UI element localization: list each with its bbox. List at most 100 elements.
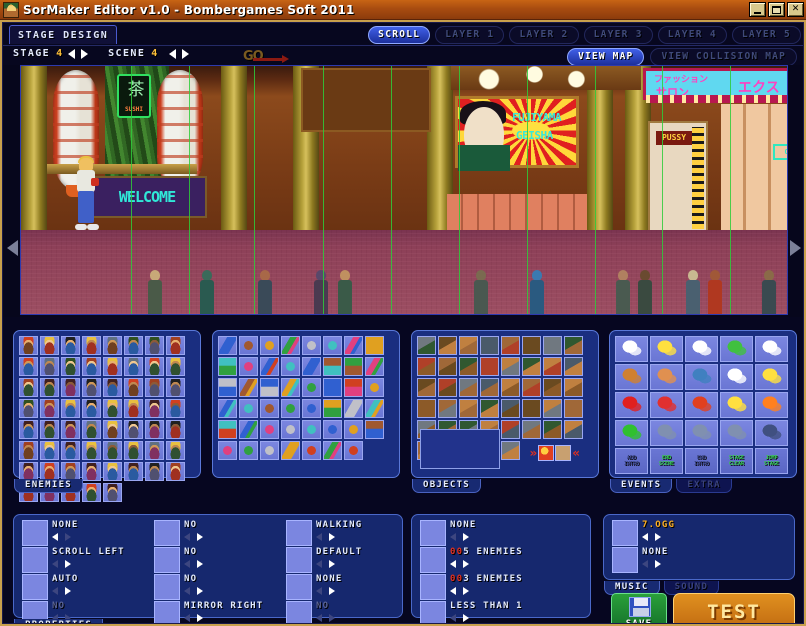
enemy-spawn-icon[interactable] bbox=[420, 601, 446, 623]
palette-cell[interactable] bbox=[19, 399, 38, 418]
music-note-arrow-icon[interactable] bbox=[612, 547, 638, 573]
palette-cell[interactable] bbox=[564, 357, 583, 376]
palette-cell[interactable] bbox=[103, 378, 122, 397]
scene-next-arrow[interactable] bbox=[182, 48, 190, 59]
palette-cell[interactable] bbox=[19, 357, 38, 376]
palette-cell[interactable] bbox=[344, 441, 363, 460]
palette-cell[interactable] bbox=[543, 420, 562, 439]
palette-cell[interactable] bbox=[124, 399, 143, 418]
palette-cell[interactable] bbox=[323, 357, 342, 376]
palette-icon[interactable] bbox=[286, 601, 312, 623]
event-sunset-icon[interactable] bbox=[615, 364, 648, 390]
tab-layer-3[interactable]: LAYER 3 bbox=[583, 26, 653, 44]
palette-cell[interactable] bbox=[260, 420, 279, 439]
property-prev-arrow[interactable] bbox=[642, 533, 648, 541]
palette-cell[interactable] bbox=[417, 357, 436, 376]
event-jump-stage-icon[interactable]: JUMP STAGE bbox=[755, 448, 788, 474]
walk-in-icon[interactable] bbox=[286, 520, 312, 546]
palette-cell[interactable] bbox=[302, 420, 321, 439]
palette-cell[interactable] bbox=[103, 357, 122, 376]
palette-cell[interactable] bbox=[365, 336, 384, 355]
tab-stage-design[interactable]: STAGE DESIGN bbox=[9, 25, 118, 44]
palette-cell[interactable] bbox=[438, 399, 457, 418]
property-prev-arrow[interactable] bbox=[316, 614, 322, 622]
property-prev-arrow[interactable] bbox=[52, 533, 58, 541]
close-button[interactable]: ✕ bbox=[787, 2, 804, 17]
palette-cell[interactable] bbox=[302, 441, 321, 460]
palette-cell[interactable] bbox=[480, 399, 499, 418]
house-icon[interactable] bbox=[154, 574, 180, 600]
palette-cell[interactable] bbox=[239, 441, 258, 460]
palette-cell[interactable] bbox=[501, 441, 520, 460]
event-storm-icon[interactable] bbox=[650, 336, 683, 362]
palette-cell[interactable] bbox=[103, 483, 122, 502]
enemy-count-icon[interactable] bbox=[420, 547, 446, 573]
property-next-arrow[interactable] bbox=[65, 560, 71, 568]
tab-enemies[interactable]: ENEMIES bbox=[14, 479, 84, 493]
palette-cell[interactable] bbox=[344, 336, 363, 355]
event-camera-right-icon[interactable] bbox=[685, 420, 718, 446]
palette-cell[interactable] bbox=[218, 357, 237, 376]
palette-cell[interactable] bbox=[145, 462, 164, 481]
event-water-icon[interactable] bbox=[685, 364, 718, 390]
event-rain-icon[interactable] bbox=[615, 336, 648, 362]
save-button[interactable]: SAVE bbox=[611, 593, 667, 623]
palette-cell[interactable] bbox=[218, 441, 237, 460]
event-go-icon[interactable] bbox=[615, 420, 648, 446]
palette-cell[interactable] bbox=[166, 336, 185, 355]
palette-cell[interactable] bbox=[459, 399, 478, 418]
trash-icon[interactable] bbox=[154, 601, 180, 623]
speed-icon[interactable] bbox=[286, 574, 312, 600]
palette-cell[interactable] bbox=[103, 441, 122, 460]
palette-cell[interactable] bbox=[145, 378, 164, 397]
property-prev-arrow[interactable] bbox=[184, 587, 190, 595]
palette-cell[interactable] bbox=[522, 420, 541, 439]
property-prev-arrow[interactable] bbox=[52, 560, 58, 568]
tab-layer-2[interactable]: LAYER 2 bbox=[509, 26, 579, 44]
property-next-arrow[interactable] bbox=[65, 533, 71, 541]
event-drizzle-icon[interactable] bbox=[685, 336, 718, 362]
palette-cell[interactable] bbox=[323, 420, 342, 439]
property-next-arrow[interactable] bbox=[197, 533, 203, 541]
palette-cell[interactable] bbox=[522, 357, 541, 376]
palette-cell[interactable] bbox=[40, 336, 59, 355]
palette-cell[interactable] bbox=[218, 420, 237, 439]
palette-cell[interactable] bbox=[281, 420, 300, 439]
palette-cell[interactable] bbox=[61, 441, 80, 460]
object-preview-box[interactable] bbox=[420, 429, 500, 469]
event-camera-left-icon[interactable] bbox=[650, 420, 683, 446]
palette-cell[interactable] bbox=[218, 399, 237, 418]
property-next-arrow[interactable] bbox=[329, 614, 335, 622]
palette-cell[interactable] bbox=[501, 399, 520, 418]
scene-prev-arrow[interactable] bbox=[169, 48, 177, 59]
palette-cell[interactable] bbox=[239, 399, 258, 418]
palette-cell[interactable] bbox=[145, 441, 164, 460]
palette-cell[interactable] bbox=[82, 378, 101, 397]
palette-cell[interactable] bbox=[124, 441, 143, 460]
siren-icon[interactable] bbox=[22, 520, 48, 546]
palette-cell[interactable] bbox=[166, 399, 185, 418]
player-up-icon[interactable] bbox=[154, 520, 180, 546]
event-conductor-icon[interactable] bbox=[755, 420, 788, 446]
event-flash-icon[interactable] bbox=[720, 392, 753, 418]
palette-cell[interactable] bbox=[480, 378, 499, 397]
test-button[interactable]: TEST bbox=[673, 593, 795, 623]
palette-cell[interactable] bbox=[522, 399, 541, 418]
palette-cell[interactable] bbox=[260, 357, 279, 376]
palette-cell[interactable] bbox=[302, 357, 321, 376]
palette-cell[interactable] bbox=[501, 420, 520, 439]
palette-cell[interactable] bbox=[365, 420, 384, 439]
property-prev-arrow[interactable] bbox=[316, 560, 322, 568]
event-end-intro-icon[interactable]: END INTRO bbox=[685, 448, 718, 474]
tab-layer-5[interactable]: LAYER 5 bbox=[731, 26, 801, 44]
palette-cell[interactable] bbox=[438, 357, 457, 376]
palette-cell[interactable] bbox=[124, 336, 143, 355]
palette-cell[interactable] bbox=[260, 399, 279, 418]
palette-cell[interactable] bbox=[19, 441, 38, 460]
palette-cell[interactable] bbox=[302, 399, 321, 418]
scroll-left-arrow[interactable] bbox=[7, 240, 18, 256]
palette-cell[interactable] bbox=[61, 378, 80, 397]
palette-cell[interactable] bbox=[344, 420, 363, 439]
palette-cell[interactable] bbox=[438, 336, 457, 355]
palette-cell[interactable] bbox=[344, 399, 363, 418]
